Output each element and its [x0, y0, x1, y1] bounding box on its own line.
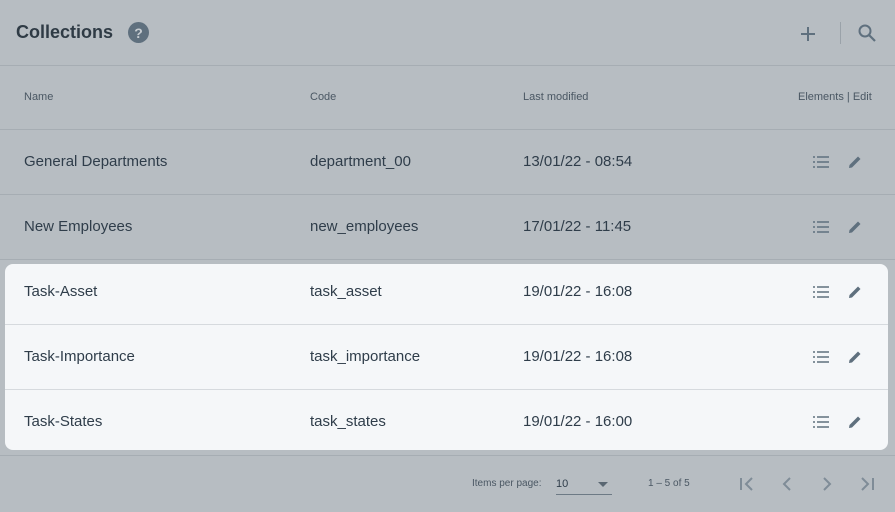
row-modified: 19/01/22 - 16:08: [523, 348, 633, 365]
row-modified: 13/01/22 - 08:54: [523, 153, 633, 170]
add-icon[interactable]: [798, 24, 818, 44]
edit-icon[interactable]: [846, 218, 864, 236]
items-per-page-value: 10: [556, 478, 569, 490]
page-range-label: 1 – 5 of 5: [648, 478, 690, 489]
table-row[interactable]: Task-States task_states 19/01/22 - 16:00: [5, 390, 888, 454]
row-name: New Employees: [24, 218, 133, 235]
row-modified: 19/01/22 - 16:00: [523, 413, 633, 430]
row-code: new_employees: [310, 218, 419, 235]
table-row[interactable]: Task-Importance task_importance 19/01/22…: [5, 325, 888, 390]
page-title: Collections: [16, 22, 114, 42]
help-icon[interactable]: ?: [128, 22, 149, 43]
items-per-page-select[interactable]: 10: [556, 474, 612, 495]
row-code: task_states: [310, 413, 386, 430]
edit-icon[interactable]: [846, 153, 864, 171]
edit-icon[interactable]: [846, 413, 864, 431]
column-header-name[interactable]: Name: [24, 65, 53, 129]
table-row[interactable]: General Departments department_00 13/01/…: [0, 130, 895, 195]
page-header: Collections ?: [0, 0, 895, 66]
list-icon[interactable]: [812, 283, 830, 301]
edit-icon[interactable]: [846, 283, 864, 301]
edit-icon[interactable]: [846, 348, 864, 366]
row-code: task_asset: [310, 283, 382, 300]
row-code: task_importance: [310, 348, 421, 365]
row-name: General Departments: [24, 153, 168, 170]
next-page-icon[interactable]: [817, 474, 837, 494]
row-modified: 19/01/22 - 16:08: [523, 283, 633, 300]
list-icon[interactable]: [812, 218, 830, 236]
last-page-icon[interactable]: [857, 474, 877, 494]
search-icon[interactable]: [857, 23, 877, 43]
row-name: Task-Importance: [24, 348, 135, 365]
first-page-icon[interactable]: [737, 474, 757, 494]
list-icon[interactable]: [812, 413, 830, 431]
dropdown-arrow-icon: [598, 482, 608, 487]
table-row[interactable]: New Employees new_employees 17/01/22 - 1…: [0, 195, 895, 260]
header-divider: [840, 22, 841, 44]
list-icon[interactable]: [812, 153, 830, 171]
row-code: department_00: [310, 153, 411, 170]
row-name: Task-States: [24, 413, 103, 430]
row-modified: 17/01/22 - 11:45: [523, 218, 632, 235]
row-name: Task-Asset: [24, 283, 98, 300]
column-header-actions: Elements | Edit: [798, 91, 872, 103]
list-icon[interactable]: [812, 348, 830, 366]
table-row[interactable]: Task-Asset task_asset 19/01/22 - 16:08: [5, 260, 888, 325]
column-header-code[interactable]: Code: [310, 65, 336, 129]
column-header-last-modified[interactable]: Last modified: [523, 65, 588, 129]
prev-page-icon[interactable]: [777, 474, 797, 494]
table-header: Name Code Last modified Elements | Edit: [0, 65, 895, 130]
paginator: Items per page: 10 1 – 5 of 5: [0, 455, 895, 512]
items-per-page-label: Items per page:: [472, 478, 542, 489]
